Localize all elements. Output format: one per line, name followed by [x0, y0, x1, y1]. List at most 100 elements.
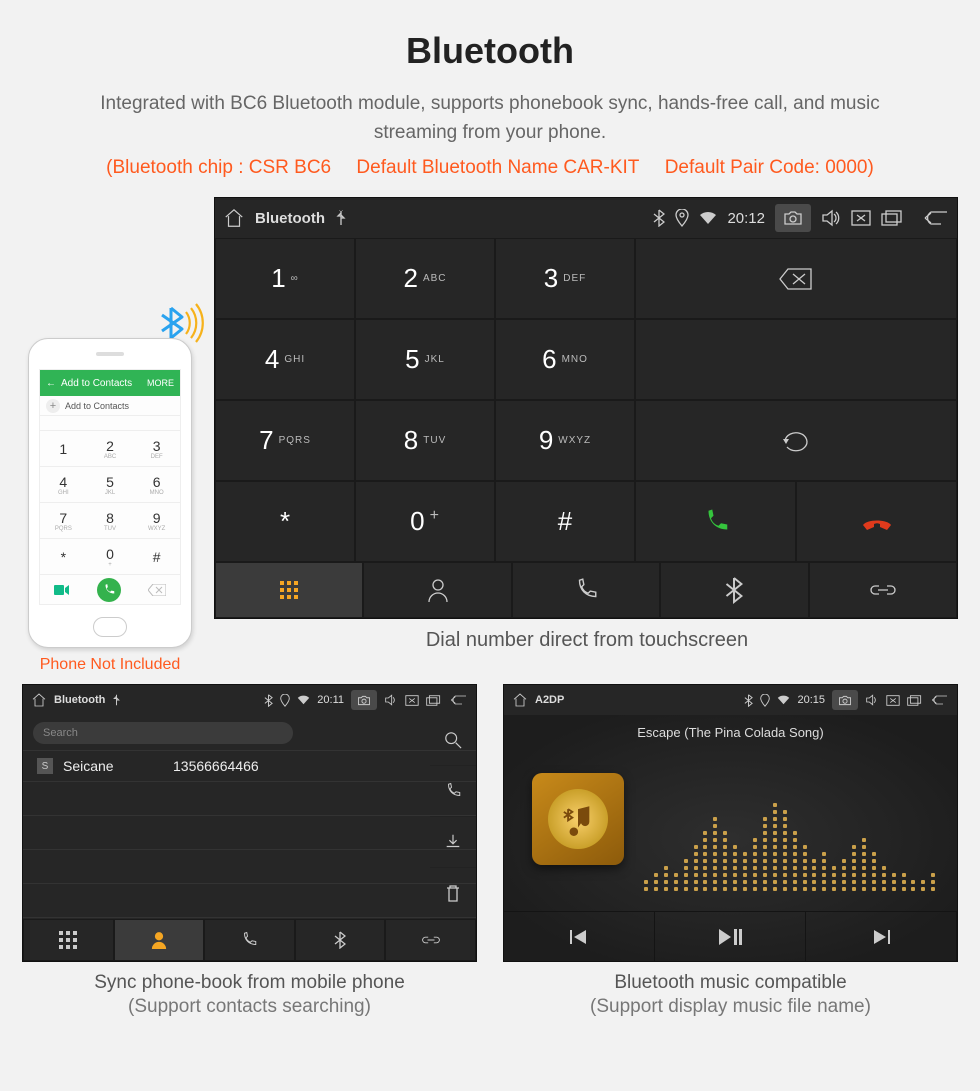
track-title: Escape (The Pina Colada Song) [637, 725, 823, 740]
status-bar: Bluetooth 20:11 [23, 685, 476, 715]
tab-keypad[interactable] [215, 562, 363, 618]
close-app-icon[interactable] [851, 210, 871, 226]
hangup-button[interactable] [796, 481, 957, 562]
keypad-grid-icon [280, 581, 298, 599]
screenshot-button[interactable] [775, 204, 811, 232]
screenshot-button[interactable] [351, 690, 377, 710]
dialer-key-*[interactable]: * [215, 481, 355, 562]
status-title: Bluetooth [54, 694, 105, 706]
dialer-key-9[interactable]: 9WXYZ [495, 400, 635, 481]
phone-app-header: ← Add to Contacts MORE [40, 370, 180, 396]
blank-cell [635, 319, 957, 400]
volume-icon[interactable] [821, 209, 841, 227]
spec-name: Default Bluetooth Name CAR-KIT [356, 157, 639, 178]
tab-bluetooth[interactable] [295, 919, 386, 961]
status-bar: Bluetooth 20:12 [215, 198, 957, 238]
status-time: 20:15 [797, 694, 825, 706]
backspace-button[interactable] [635, 238, 957, 319]
wifi-icon [777, 695, 790, 705]
dialer-key-4[interactable]: 4GHI [215, 319, 355, 400]
back-icon[interactable] [448, 694, 468, 706]
back-icon[interactable] [929, 694, 949, 706]
recent-apps-icon[interactable] [426, 695, 441, 706]
audio-visualizer [644, 775, 937, 891]
tab-contacts[interactable] [363, 562, 511, 618]
close-app-icon[interactable] [886, 695, 900, 706]
bluetooth-icon [744, 694, 753, 707]
download-contacts-button[interactable] [430, 817, 476, 868]
delete-contacts-button[interactable] [430, 868, 476, 919]
search-placeholder: Search [43, 727, 78, 739]
dialer-key-6[interactable]: 6MNO [495, 319, 635, 400]
tab-bluetooth[interactable] [660, 562, 808, 618]
music-controls [504, 911, 957, 961]
bluetooth-icon [264, 694, 273, 707]
dialer-key-3[interactable]: 3DEF [495, 238, 635, 319]
dialer-key-1[interactable]: 1∞ [215, 238, 355, 319]
dialer-key-#[interactable]: # [495, 481, 635, 562]
phone-key-2: 2ABC [87, 430, 134, 466]
home-icon[interactable] [512, 692, 528, 708]
redial-button[interactable] [635, 400, 957, 481]
spec-chip: (Bluetooth chip : CSR BC6 [106, 157, 331, 178]
screenshot-button[interactable] [832, 690, 858, 710]
plus-circle-icon: + [46, 399, 60, 413]
headunit-dialer-panel: Bluetooth 20:12 [214, 197, 958, 619]
home-icon[interactable] [31, 692, 47, 708]
wifi-icon [297, 695, 310, 705]
tab-recents[interactable] [512, 562, 660, 618]
tab-keypad[interactable] [23, 919, 114, 961]
volume-icon[interactable] [865, 694, 879, 706]
volume-icon[interactable] [384, 694, 398, 706]
tab-recents[interactable] [204, 919, 295, 961]
recent-apps-icon[interactable] [907, 695, 922, 706]
phonebook-list: S Seicane 13566664466 [23, 750, 476, 918]
headunit-phonebook-panel: Bluetooth 20:11 Search [22, 684, 477, 962]
usb-icon [112, 694, 121, 706]
phonebook-caption: Sync phone-book from mobile phone (Suppo… [22, 972, 477, 1018]
dialer-key-7[interactable]: 7PQRS [215, 400, 355, 481]
phone-key-#: # [133, 538, 180, 574]
play-pause-button[interactable] [655, 911, 806, 961]
tab-pair[interactable] [385, 919, 476, 961]
music-caption-l1: Bluetooth music compatible [614, 972, 846, 993]
bluetooth-icon [653, 209, 665, 227]
dialer-key-8[interactable]: 8TUV [355, 400, 495, 481]
close-app-icon[interactable] [405, 695, 419, 706]
back-icon[interactable] [921, 209, 949, 227]
phonebook-caption-l1: Sync phone-book from mobile phone [94, 972, 405, 993]
dialer-key-2[interactable]: 2ABC [355, 238, 495, 319]
prev-track-button[interactable] [504, 911, 655, 961]
music-caption-l2: (Support display music file name) [503, 996, 958, 1018]
contact-row[interactable]: S Seicane 13566664466 [23, 751, 476, 782]
status-time: 20:11 [317, 694, 344, 706]
status-title: A2DP [535, 694, 564, 706]
page-title: Bluetooth [20, 30, 960, 72]
phone-mock-column: ← Add to Contacts MORE + Add to Contacts… [20, 338, 200, 674]
headunit-music-panel: A2DP 20:15 Escape (The Pina Colada Song) [503, 684, 958, 962]
bottom-tabs [215, 562, 957, 618]
call-side-button[interactable] [430, 766, 476, 817]
page-subtitle: Integrated with BC6 Bluetooth module, su… [60, 90, 920, 147]
tab-contacts[interactable] [114, 919, 205, 961]
list-item [23, 850, 476, 884]
phone-key-9: 9WXYZ [133, 502, 180, 538]
phonebook-side-actions [430, 715, 476, 919]
spec-line: (Bluetooth chip : CSR BC6 Default Blueto… [20, 157, 960, 179]
phone-call-button [97, 578, 121, 602]
phone-header-label: Add to Contacts [61, 378, 132, 389]
phone-call-row [40, 574, 180, 604]
dialer-key-5[interactable]: 5JKL [355, 319, 495, 400]
recent-apps-icon[interactable] [881, 210, 903, 226]
keypad-grid-icon [59, 931, 77, 949]
phone-key-1: 1 [40, 430, 87, 466]
search-button[interactable] [430, 715, 476, 766]
dialer-key-0[interactable]: 0+ [355, 481, 495, 562]
call-button[interactable] [635, 481, 796, 562]
next-track-button[interactable] [806, 911, 957, 961]
phone-add-bar: + Add to Contacts [40, 396, 180, 416]
phone-key-5: 5JKL [87, 466, 134, 502]
home-icon[interactable] [223, 207, 245, 229]
tab-pair[interactable] [809, 562, 957, 618]
search-input[interactable]: Search [33, 722, 293, 744]
